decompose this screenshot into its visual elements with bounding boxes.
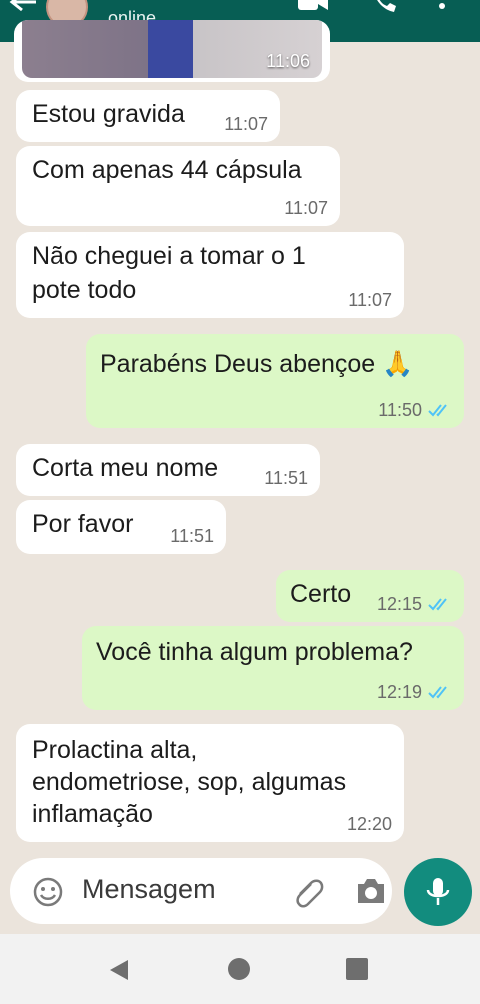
message-time-group: 12:15 xyxy=(377,594,452,614)
message-text-line: Não cheguei a tomar o 1 xyxy=(32,242,306,270)
read-ticks-icon xyxy=(428,404,447,417)
message-outgoing[interactable]: Certo 12:15 xyxy=(276,570,464,622)
message-time-group: 11:50 xyxy=(378,400,452,420)
message-text: Certo xyxy=(290,580,352,608)
chat-screen: online 11:06 Estou gravida 11:07 Com ape… xyxy=(0,0,480,1004)
message-text: Corta meu nome xyxy=(32,454,219,482)
image-message[interactable]: 11:06 xyxy=(14,20,330,82)
message-text-line: pote todo xyxy=(32,276,137,304)
camera-icon[interactable] xyxy=(354,876,388,906)
message-incoming[interactable]: Prolactina alta, endometriose, sop, algu… xyxy=(16,724,404,842)
nav-recents-icon[interactable] xyxy=(346,958,368,980)
message-time: 12:15 xyxy=(376,594,422,614)
message-text: Por favor xyxy=(32,510,134,538)
emoji-icon[interactable] xyxy=(32,876,64,908)
message-time: 11:51 xyxy=(264,468,308,488)
message-time: 11:07 xyxy=(284,198,328,218)
mic-icon xyxy=(426,878,450,905)
message-text: Parabéns Deus abençoe 🙏 xyxy=(100,350,414,378)
attach-icon[interactable] xyxy=(292,876,326,910)
phone-icon[interactable] xyxy=(370,0,398,14)
nav-back-icon[interactable] xyxy=(108,958,130,982)
nav-home-icon[interactable] xyxy=(228,958,250,980)
message-time: 11:07 xyxy=(224,114,268,134)
message-incoming[interactable]: Por favor 11:51 xyxy=(16,500,226,554)
message-text-line: endometriose, sop, algumas xyxy=(32,768,347,796)
message-time: 12:19 xyxy=(376,682,422,702)
read-ticks-icon xyxy=(428,598,447,611)
message-composer[interactable]: Mensagem xyxy=(10,858,392,924)
video-call-icon[interactable] xyxy=(296,0,330,14)
message-text-line: Prolactina alta, xyxy=(32,736,198,764)
message-outgoing[interactable]: Parabéns Deus abençoe 🙏 11:50 xyxy=(86,334,464,428)
message-input[interactable]: Mensagem xyxy=(82,874,216,905)
message-text-line: inflamação xyxy=(32,800,153,828)
message-time: 11:50 xyxy=(378,400,422,420)
system-nav-bar xyxy=(0,934,480,1004)
message-time: 11:51 xyxy=(170,526,214,546)
message-incoming[interactable]: Não cheguei a tomar o 1 pote todo 11:07 xyxy=(16,232,404,318)
message-text: Estou gravida xyxy=(32,100,185,128)
message-text: Você tinha algum problema? xyxy=(96,638,413,666)
message-time: 11:07 xyxy=(348,290,392,310)
mic-button[interactable] xyxy=(404,858,472,926)
message-time-group: 12:19 xyxy=(377,682,452,702)
back-arrow-icon[interactable] xyxy=(8,0,38,12)
more-icon[interactable] xyxy=(436,0,448,14)
message-outgoing[interactable]: Você tinha algum problema? 12:19 xyxy=(82,626,464,710)
message-incoming[interactable]: Estou gravida 11:07 xyxy=(16,90,280,142)
message-time: 12:20 xyxy=(346,814,392,834)
message-incoming[interactable]: Corta meu nome 11:51 xyxy=(16,444,320,496)
message-incoming[interactable]: Com apenas 44 cápsula 11:07 xyxy=(16,146,340,226)
read-ticks-icon xyxy=(428,686,447,699)
message-text: Com apenas 44 cápsula xyxy=(32,156,302,184)
message-time: 11:06 xyxy=(266,51,310,71)
